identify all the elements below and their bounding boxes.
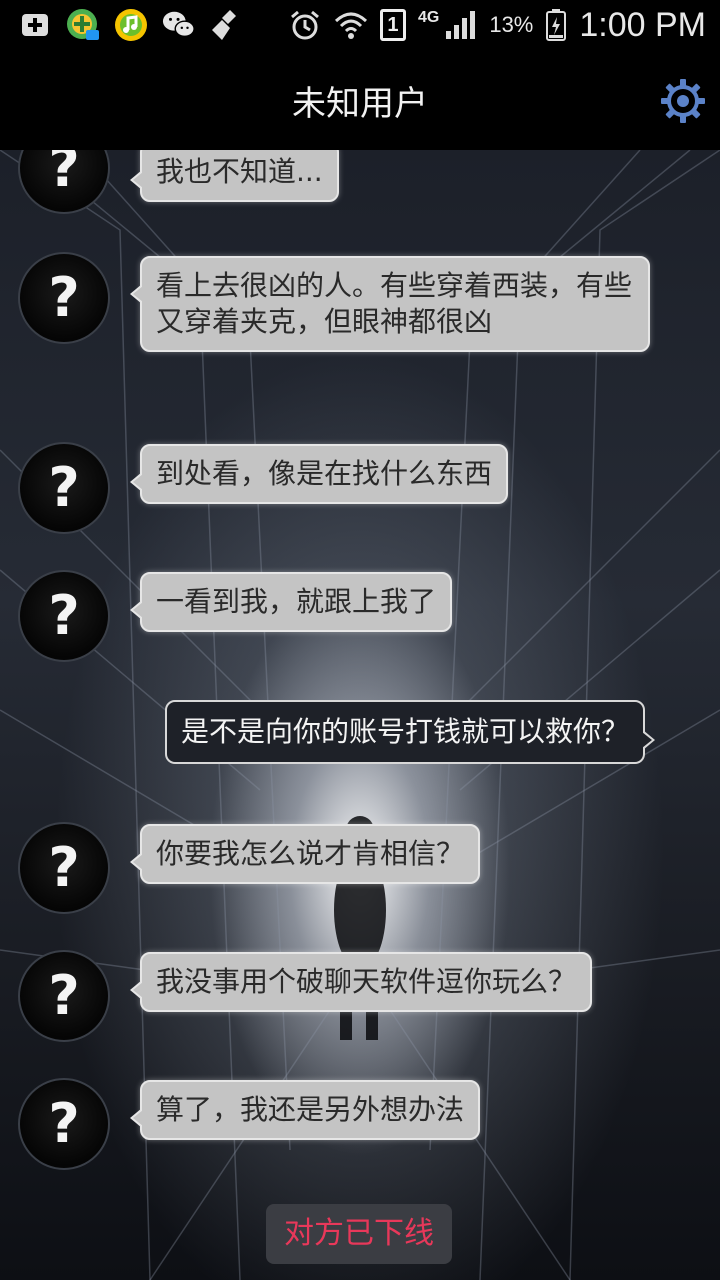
message-bubble-outgoing: 是不是向你的账号打钱就可以救你？ <box>165 700 656 764</box>
message-bubble-incoming: 算了，我还是另外想办法 <box>129 1080 481 1140</box>
alarm-icon <box>288 8 322 42</box>
message-bubble-incoming: 看上去很凶的人。有些穿着西装，有些又穿着夹克，但眼神都很凶 <box>130 256 650 352</box>
status-bar: 1 4G 13% 1:00 PM <box>0 0 720 50</box>
title-bar: 未知用户 <box>0 50 720 150</box>
cleaner-icon <box>210 8 244 42</box>
qq-icon <box>66 8 100 42</box>
add-notification-icon <box>18 8 52 42</box>
message-bubble-incoming: 我没事用个破聊天软件逗你玩么？ <box>129 952 593 1012</box>
signal-icon <box>443 8 477 42</box>
network-type: 4G <box>417 9 440 26</box>
sim-icon: 1 <box>379 9 406 41</box>
chat-area[interactable]: ? 我也不知道... ? 看上去很凶的人。有些穿着西装，有些又穿着夹克，但眼神都… <box>0 150 720 1280</box>
message-bubble-incoming: 一看到我，就跟上我了 <box>129 572 453 632</box>
wechat-icon <box>162 8 196 42</box>
contact-avatar[interactable]: ? <box>18 442 110 534</box>
contact-avatar[interactable]: ? <box>18 252 110 344</box>
gear-icon <box>661 79 705 123</box>
contact-avatar[interactable]: ? <box>18 950 110 1042</box>
contact-avatar[interactable]: ? <box>18 1078 110 1170</box>
settings-button[interactable] <box>660 78 706 124</box>
message-bubble-incoming: 到处看，像是在找什么东西 <box>129 444 509 504</box>
contact-avatar[interactable]: ? <box>18 570 110 662</box>
contact-avatar[interactable]: ? <box>18 822 110 914</box>
message-bubble-incoming: 我也不知道... <box>130 150 339 202</box>
battery-percent: 13% <box>489 12 534 37</box>
clock: 1:00 PM <box>579 5 706 44</box>
wifi-icon <box>334 8 368 42</box>
page-title: 未知用户 <box>292 84 428 124</box>
music-icon <box>114 8 148 42</box>
message-bubble-incoming: 你要我怎么说才肯相信？ <box>129 824 481 884</box>
offline-notice: 对方已下线 <box>266 1204 452 1264</box>
battery-icon <box>545 8 567 42</box>
